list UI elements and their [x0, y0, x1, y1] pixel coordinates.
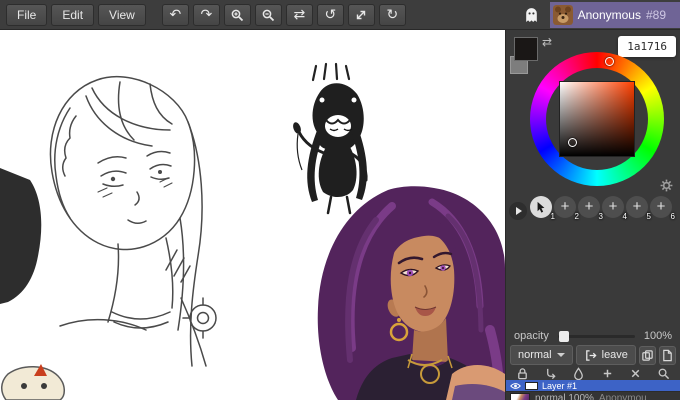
user-plate[interactable]: Anonymous #89 [549, 1, 680, 28]
fill-layer-button[interactable] [572, 366, 585, 380]
hue-selector[interactable] [605, 57, 614, 66]
redo-button[interactable]: ↷ [192, 3, 220, 26]
duplicate-icon [642, 349, 653, 361]
opacity-value: 100% [643, 330, 672, 342]
undo-button[interactable]: ↶ [161, 3, 189, 26]
opacity-control: opacity 100% [506, 328, 680, 344]
x-icon [631, 369, 640, 377]
tool-slot-6[interactable]: + 6 [650, 196, 675, 221]
clear-layer-button[interactable] [629, 367, 642, 380]
leave-label: leave [601, 349, 628, 361]
bear-avatar-icon [552, 4, 573, 25]
slot-number: 3 [598, 212, 603, 221]
new-layer-button[interactable] [658, 345, 676, 365]
color-panel: ⇄ 1a1716 1 + 2 + 3 + 4 + 5 + 6 opacity 1… [505, 30, 680, 400]
layer-row-selected[interactable]: Layer #1 [506, 380, 680, 391]
menu-file[interactable]: File [6, 3, 48, 26]
rotate-cw-icon: ↻ [386, 6, 399, 23]
swap-view-button[interactable]: ⇄ [285, 3, 313, 26]
layer-name: Layer #1 [542, 380, 578, 391]
eye-icon[interactable] [510, 382, 521, 390]
layer-thumbnail [525, 381, 538, 390]
opacity-knob[interactable] [558, 330, 569, 342]
expand-button[interactable] [347, 3, 375, 26]
zoom-out-button[interactable] [254, 3, 282, 26]
user-tag: #89 [645, 7, 666, 22]
panel-collapse-handle[interactable] [509, 202, 527, 220]
ghost-icon [526, 8, 537, 22]
swap-colors-icon[interactable]: ⇄ [542, 35, 552, 49]
slot-number: 4 [622, 212, 627, 221]
add-tool-icon: + [560, 197, 570, 215]
artwork [0, 30, 505, 400]
paint-app-window: File Edit View ↶ ↷ ⇄ ↺ ↻ Anonymous #89 ⇄… [0, 0, 680, 400]
leave-button[interactable]: leave [575, 345, 636, 365]
slot-number: 5 [646, 212, 651, 221]
rotate-cw-button[interactable]: ↻ [378, 3, 406, 26]
magnifier-icon [658, 368, 670, 379]
page-icon [663, 349, 672, 361]
opacity-label: opacity [514, 330, 549, 342]
user-avatar [552, 4, 573, 25]
layers-panel: Layer #1 normal 100% Anonymou [506, 380, 680, 400]
user-name: Anonymous [577, 7, 641, 22]
swap-arrows-icon: ⇄ [293, 6, 306, 23]
zoom-out-icon [262, 9, 275, 21]
layer-controls: normal leave [510, 345, 676, 365]
layer-owner: Anonymou [598, 393, 647, 400]
add-tool-icon: + [632, 197, 642, 215]
zoom-in-icon [231, 9, 244, 21]
rotate-ccw-icon: ↺ [324, 6, 337, 23]
ghost-user-button[interactable] [521, 6, 543, 23]
tool-slot-4[interactable]: + 4 [602, 196, 627, 221]
droplet-icon [574, 366, 584, 380]
find-layer-button[interactable] [657, 367, 670, 380]
slot-number: 6 [670, 212, 675, 221]
layer-info-row[interactable]: normal 100% Anonymou [506, 391, 680, 400]
drawing-canvas[interactable] [0, 30, 505, 400]
menu-edit[interactable]: Edit [51, 3, 95, 26]
add-tool-icon: + [608, 197, 618, 215]
rotate-ccw-button[interactable]: ↺ [316, 3, 344, 26]
tool-slot-1[interactable]: 1 [530, 196, 555, 221]
tool-slot-3[interactable]: + 3 [578, 196, 603, 221]
opacity-slider[interactable] [557, 330, 635, 342]
lock-layer-button[interactable] [516, 367, 529, 380]
clipping-mask-button[interactable] [544, 367, 557, 380]
blend-mode-label: normal [518, 349, 552, 361]
hex-readout: 1a1716 [618, 36, 676, 57]
tool-slot-bar: 1 + 2 + 3 + 4 + 5 + 6 [506, 194, 680, 222]
add-tool-icon: + [656, 197, 666, 215]
slot-number: 1 [550, 212, 555, 221]
expand-diagonal-icon [357, 10, 366, 19]
caret-down-icon [556, 353, 565, 357]
toolbar: File Edit View ↶ ↷ ⇄ ↺ ↻ Anonymous #89 [0, 0, 680, 30]
primary-color-swatch[interactable] [514, 37, 538, 61]
layer-blend-info: normal 100% [535, 393, 594, 400]
cursor-tool-icon [537, 201, 545, 213]
redo-icon: ↷ [200, 6, 213, 23]
undo-icon: ↶ [169, 6, 182, 23]
add-layer-button[interactable] [601, 367, 614, 380]
clipping-mask-icon [547, 368, 556, 379]
menu-view[interactable]: View [98, 3, 146, 26]
leave-icon [585, 349, 597, 361]
tool-slot-5[interactable]: + 5 [626, 196, 651, 221]
duplicate-layer-button[interactable] [638, 345, 656, 365]
blend-mode-dropdown[interactable]: normal [510, 345, 573, 365]
layer-thumbnail [510, 393, 530, 400]
lock-icon [518, 367, 527, 379]
layer-icon-bar [506, 366, 680, 380]
add-tool-icon: + [584, 197, 594, 215]
sv-selector[interactable] [568, 138, 577, 147]
plus-icon [603, 369, 611, 377]
slot-number: 2 [574, 212, 579, 221]
collapse-arrow-icon [516, 207, 522, 215]
tool-slot-2[interactable]: + 2 [554, 196, 579, 221]
settings-gear-icon[interactable] [659, 178, 674, 193]
zoom-in-button[interactable] [223, 3, 251, 26]
saturation-value-picker[interactable] [559, 81, 635, 157]
